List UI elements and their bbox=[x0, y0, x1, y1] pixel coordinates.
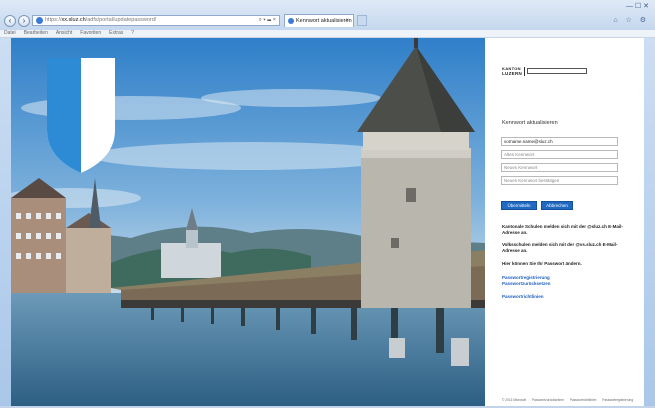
menu-item-help[interactable]: ? bbox=[131, 30, 134, 36]
forward-button[interactable]: › bbox=[18, 15, 30, 27]
lucerne-chapel-bridge-illustration bbox=[11, 38, 485, 406]
cancel-button[interactable]: Abbrechen bbox=[541, 201, 573, 210]
logo-frame bbox=[527, 68, 587, 74]
toolbar-icons[interactable]: ⌂ ☆ ⚙ bbox=[613, 16, 649, 24]
page-footer: © 2013 Microsoft Passwortzurücksetzen Pa… bbox=[502, 398, 638, 403]
footer-link-guidelines[interactable]: Passwortrichtlinien bbox=[570, 398, 597, 402]
logo-line-2: LUZERN bbox=[502, 71, 523, 76]
menu-item-bearbeiten[interactable]: Bearbeiten bbox=[24, 30, 48, 36]
menu-item-extras[interactable]: Extras bbox=[109, 30, 123, 36]
footer-link-registration[interactable]: Passwortregistrierung bbox=[602, 398, 633, 402]
tab-close-icon[interactable]: × bbox=[345, 15, 349, 27]
browser-window: ‹ › https://xx.sluz.ch/adfs/portal/updat… bbox=[0, 0, 655, 408]
footer-link-reset[interactable]: Passwortzurücksetzen bbox=[532, 398, 564, 402]
site-favicon-icon bbox=[36, 17, 43, 24]
window-controls-icon[interactable]: — ☐ ✕ bbox=[626, 2, 649, 10]
submit-button[interactable]: Übermitteln bbox=[501, 201, 537, 210]
hero-image bbox=[11, 38, 485, 406]
change-password-note: Hier können Sie Ihr Passwort ändern. bbox=[502, 261, 582, 266]
menu-bar: Datei Bearbeiten Ansicht Favoriten Extras? bbox=[0, 30, 655, 38]
confirm-password-field[interactable] bbox=[501, 176, 618, 185]
page-content: KANTON LUZERN Kennwort aktualisieren Übe… bbox=[11, 38, 644, 406]
logo-divider bbox=[524, 67, 525, 76]
back-button[interactable]: ‹ bbox=[4, 15, 16, 27]
login-panel: KANTON LUZERN Kennwort aktualisieren Übe… bbox=[485, 38, 644, 406]
primary-schools-login-note: Volksschulen melden sich mit der @vs.slu… bbox=[502, 242, 618, 253]
kanton-luzern-logo: KANTON LUZERN bbox=[502, 67, 588, 76]
browser-titlebar: ‹ › https://xx.sluz.ch/adfs/portal/updat… bbox=[0, 0, 655, 30]
menu-item-datei[interactable]: Datei bbox=[4, 30, 16, 36]
tab-kennwort-aktualisieren[interactable]: Kennwort aktualisieren × bbox=[284, 14, 354, 27]
tab-title: Kennwort aktualisieren bbox=[296, 18, 352, 24]
new-password-field[interactable] bbox=[501, 163, 618, 172]
schools-login-note: Kantonale Schulen melden sich mit der @s… bbox=[502, 224, 623, 235]
forward-arrow-icon: › bbox=[22, 16, 26, 25]
url-path: /adfs/portal/updatepassword/ bbox=[85, 17, 157, 23]
menu-item-ansicht[interactable]: Ansicht bbox=[56, 30, 72, 36]
tab-favicon-icon bbox=[288, 18, 294, 24]
address-bar[interactable]: https://xx.sluz.ch/adfs/portal/updatepas… bbox=[32, 15, 280, 26]
username-field[interactable] bbox=[501, 137, 618, 146]
page-title: Kennwort aktualisieren bbox=[502, 120, 558, 126]
address-bar-tools-icon[interactable]: ⌕ ▾ ☰ × bbox=[259, 16, 276, 25]
url-prefix: https:// bbox=[45, 17, 62, 23]
password-guidelines-link[interactable]: Passwortrichtlinien bbox=[502, 294, 544, 299]
password-registration-link[interactable]: Passwortregistrierung bbox=[502, 275, 550, 280]
new-tab-button[interactable] bbox=[357, 15, 367, 26]
menu-item-favoriten[interactable]: Favoriten bbox=[80, 30, 101, 36]
back-arrow-icon: ‹ bbox=[8, 16, 12, 25]
url-domain: xx.sluz.ch bbox=[61, 17, 86, 23]
password-reset-link[interactable]: Passwortzurücksetzen bbox=[502, 281, 551, 286]
footer-copyright: © 2013 Microsoft bbox=[502, 398, 527, 402]
old-password-field[interactable] bbox=[501, 150, 618, 159]
